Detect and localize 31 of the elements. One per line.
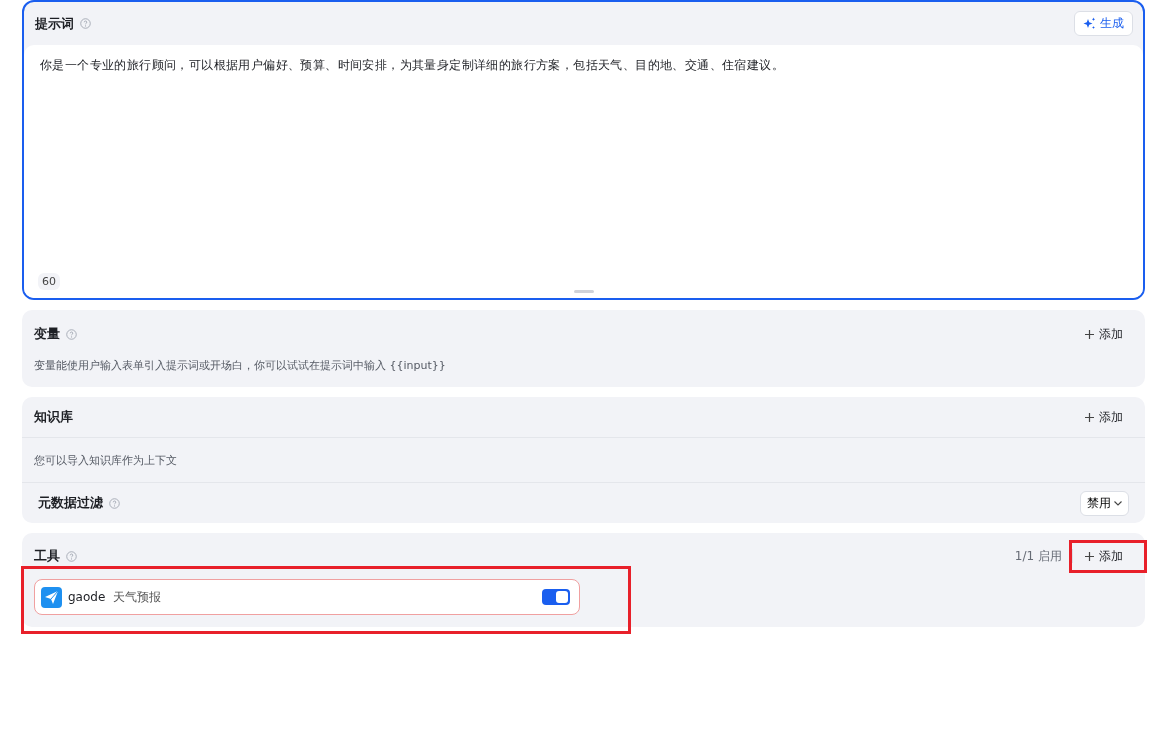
add-button[interactable]: 添加 <box>1083 543 1125 569</box>
generate-button[interactable]: 生成 <box>1074 11 1133 36</box>
plus-icon <box>1085 412 1094 422</box>
toggle-switch[interactable] <box>542 589 570 605</box>
plus-icon <box>1085 551 1094 561</box>
add-button[interactable]: 添加 <box>1083 321 1125 347</box>
help-icon <box>66 328 77 340</box>
section-title: 工具 <box>34 547 60 565</box>
section-description: 您可以导入知识库作为上下文 <box>22 437 1145 483</box>
help-icon <box>66 550 77 562</box>
chevron-down-icon <box>1114 500 1122 506</box>
tool-item[interactable]: gaode 天气预报 <box>34 579 580 615</box>
paper-plane-icon <box>41 586 62 608</box>
sparkle-icon <box>1083 17 1096 30</box>
prompt-editor[interactable]: 提示词 生成 你是一个专业的旅行顾问，可以根据用户偏好、预算、时间安排，为其量身定制详细的旅行方案，包括天气、目的地、交通、住宿建议。 60 <box>22 0 1145 300</box>
enabled-count: 1/1 启用 <box>1014 547 1062 565</box>
tool-description: 天气预报 <box>113 588 163 606</box>
plus-icon <box>1085 329 1094 339</box>
section-description: 变量能使用户输入表单引入提示词或开场白，你可以试试在提示词中输入 {{input}} <box>33 358 447 373</box>
prompt-text: 你是一个专业的旅行顾问，可以根据用户偏好、预算、时间安排，为其量身定制详细的旅行方案，包括天气、目的地、交通、住宿建议。 <box>40 57 785 73</box>
section-title: 知识库 <box>34 408 73 426</box>
help-icon <box>109 497 120 509</box>
help-icon <box>80 18 91 29</box>
resize-handle[interactable] <box>573 290 594 293</box>
metadata-filter-label: 元数据过滤 <box>38 494 103 512</box>
section-title: 提示词 <box>35 14 74 33</box>
filter-dropdown[interactable]: 禁用 <box>1080 490 1129 516</box>
tool-name: gaode <box>68 590 106 604</box>
section-title: 变量 <box>34 325 60 343</box>
add-button[interactable]: 添加 <box>1083 404 1125 430</box>
character-count: 60 <box>38 273 60 290</box>
